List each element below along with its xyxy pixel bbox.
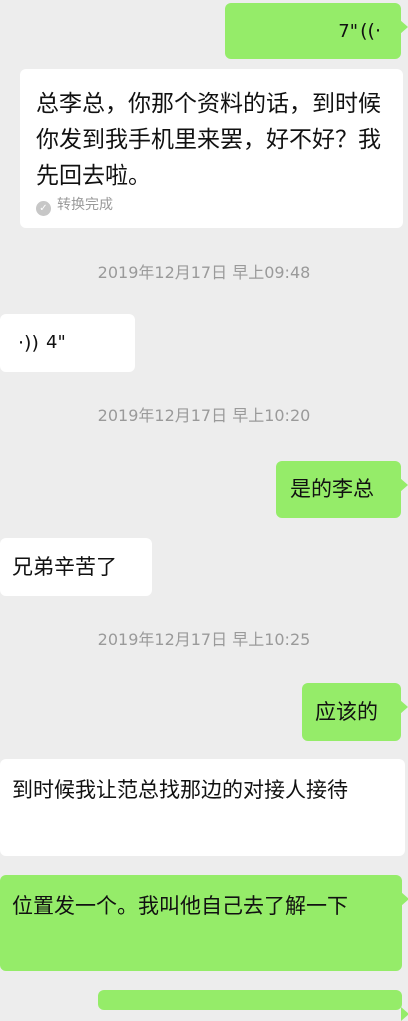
voice-message-out[interactable]: 7" ((· [225, 3, 408, 59]
outgoing-message-partial[interactable] [98, 990, 408, 1021]
timestamp: 2019年12月17日 早上10:20 [97, 406, 311, 425]
incoming-message[interactable]: 到时候我让范总找那边的对接人接待 [0, 759, 405, 856]
outgoing-message[interactable]: 位置发一个。我叫他自己去了解一下 [0, 875, 408, 971]
message-text: 总李总，你那个资料的话，到时候你发到我手机里来罢，好不好？我先回去啦。 [36, 91, 381, 189]
incoming-message-transcript[interactable]: 总李总，你那个资料的话，到时候你发到我手机里来罢，好不好？我先回去啦。 ✓ 转换完… [20, 69, 403, 228]
voice-duration: 7" [338, 21, 358, 42]
message-text: 兄弟辛苦了 [12, 555, 117, 579]
timestamp: 2019年12月17日 早上10:25 [97, 630, 311, 649]
outgoing-message[interactable]: 应该的 [302, 683, 408, 741]
conversion-status: ✓ 转换完成 [36, 196, 113, 216]
message-text: 位置发一个。我叫他自己去了解一下 [12, 894, 348, 918]
timestamp: 2019年12月17日 早上09:48 [97, 263, 311, 282]
message-text: 应该的 [315, 700, 378, 724]
voice-message-in[interactable]: ·)) 4" [0, 314, 135, 372]
voice-wave-icon: ·)) [18, 332, 39, 354]
voice-wave-icon: ((· [360, 20, 381, 42]
message-text: 到时候我让范总找那边的对接人接待 [12, 778, 348, 802]
voice-duration: 4" [46, 332, 66, 353]
conversion-status-label: 转换完成 [57, 197, 113, 213]
incoming-message[interactable]: 兄弟辛苦了 [0, 538, 152, 596]
outgoing-message[interactable]: 是的李总 [276, 461, 408, 518]
message-text: 是的李总 [290, 477, 374, 501]
check-circle-icon: ✓ [36, 201, 51, 216]
